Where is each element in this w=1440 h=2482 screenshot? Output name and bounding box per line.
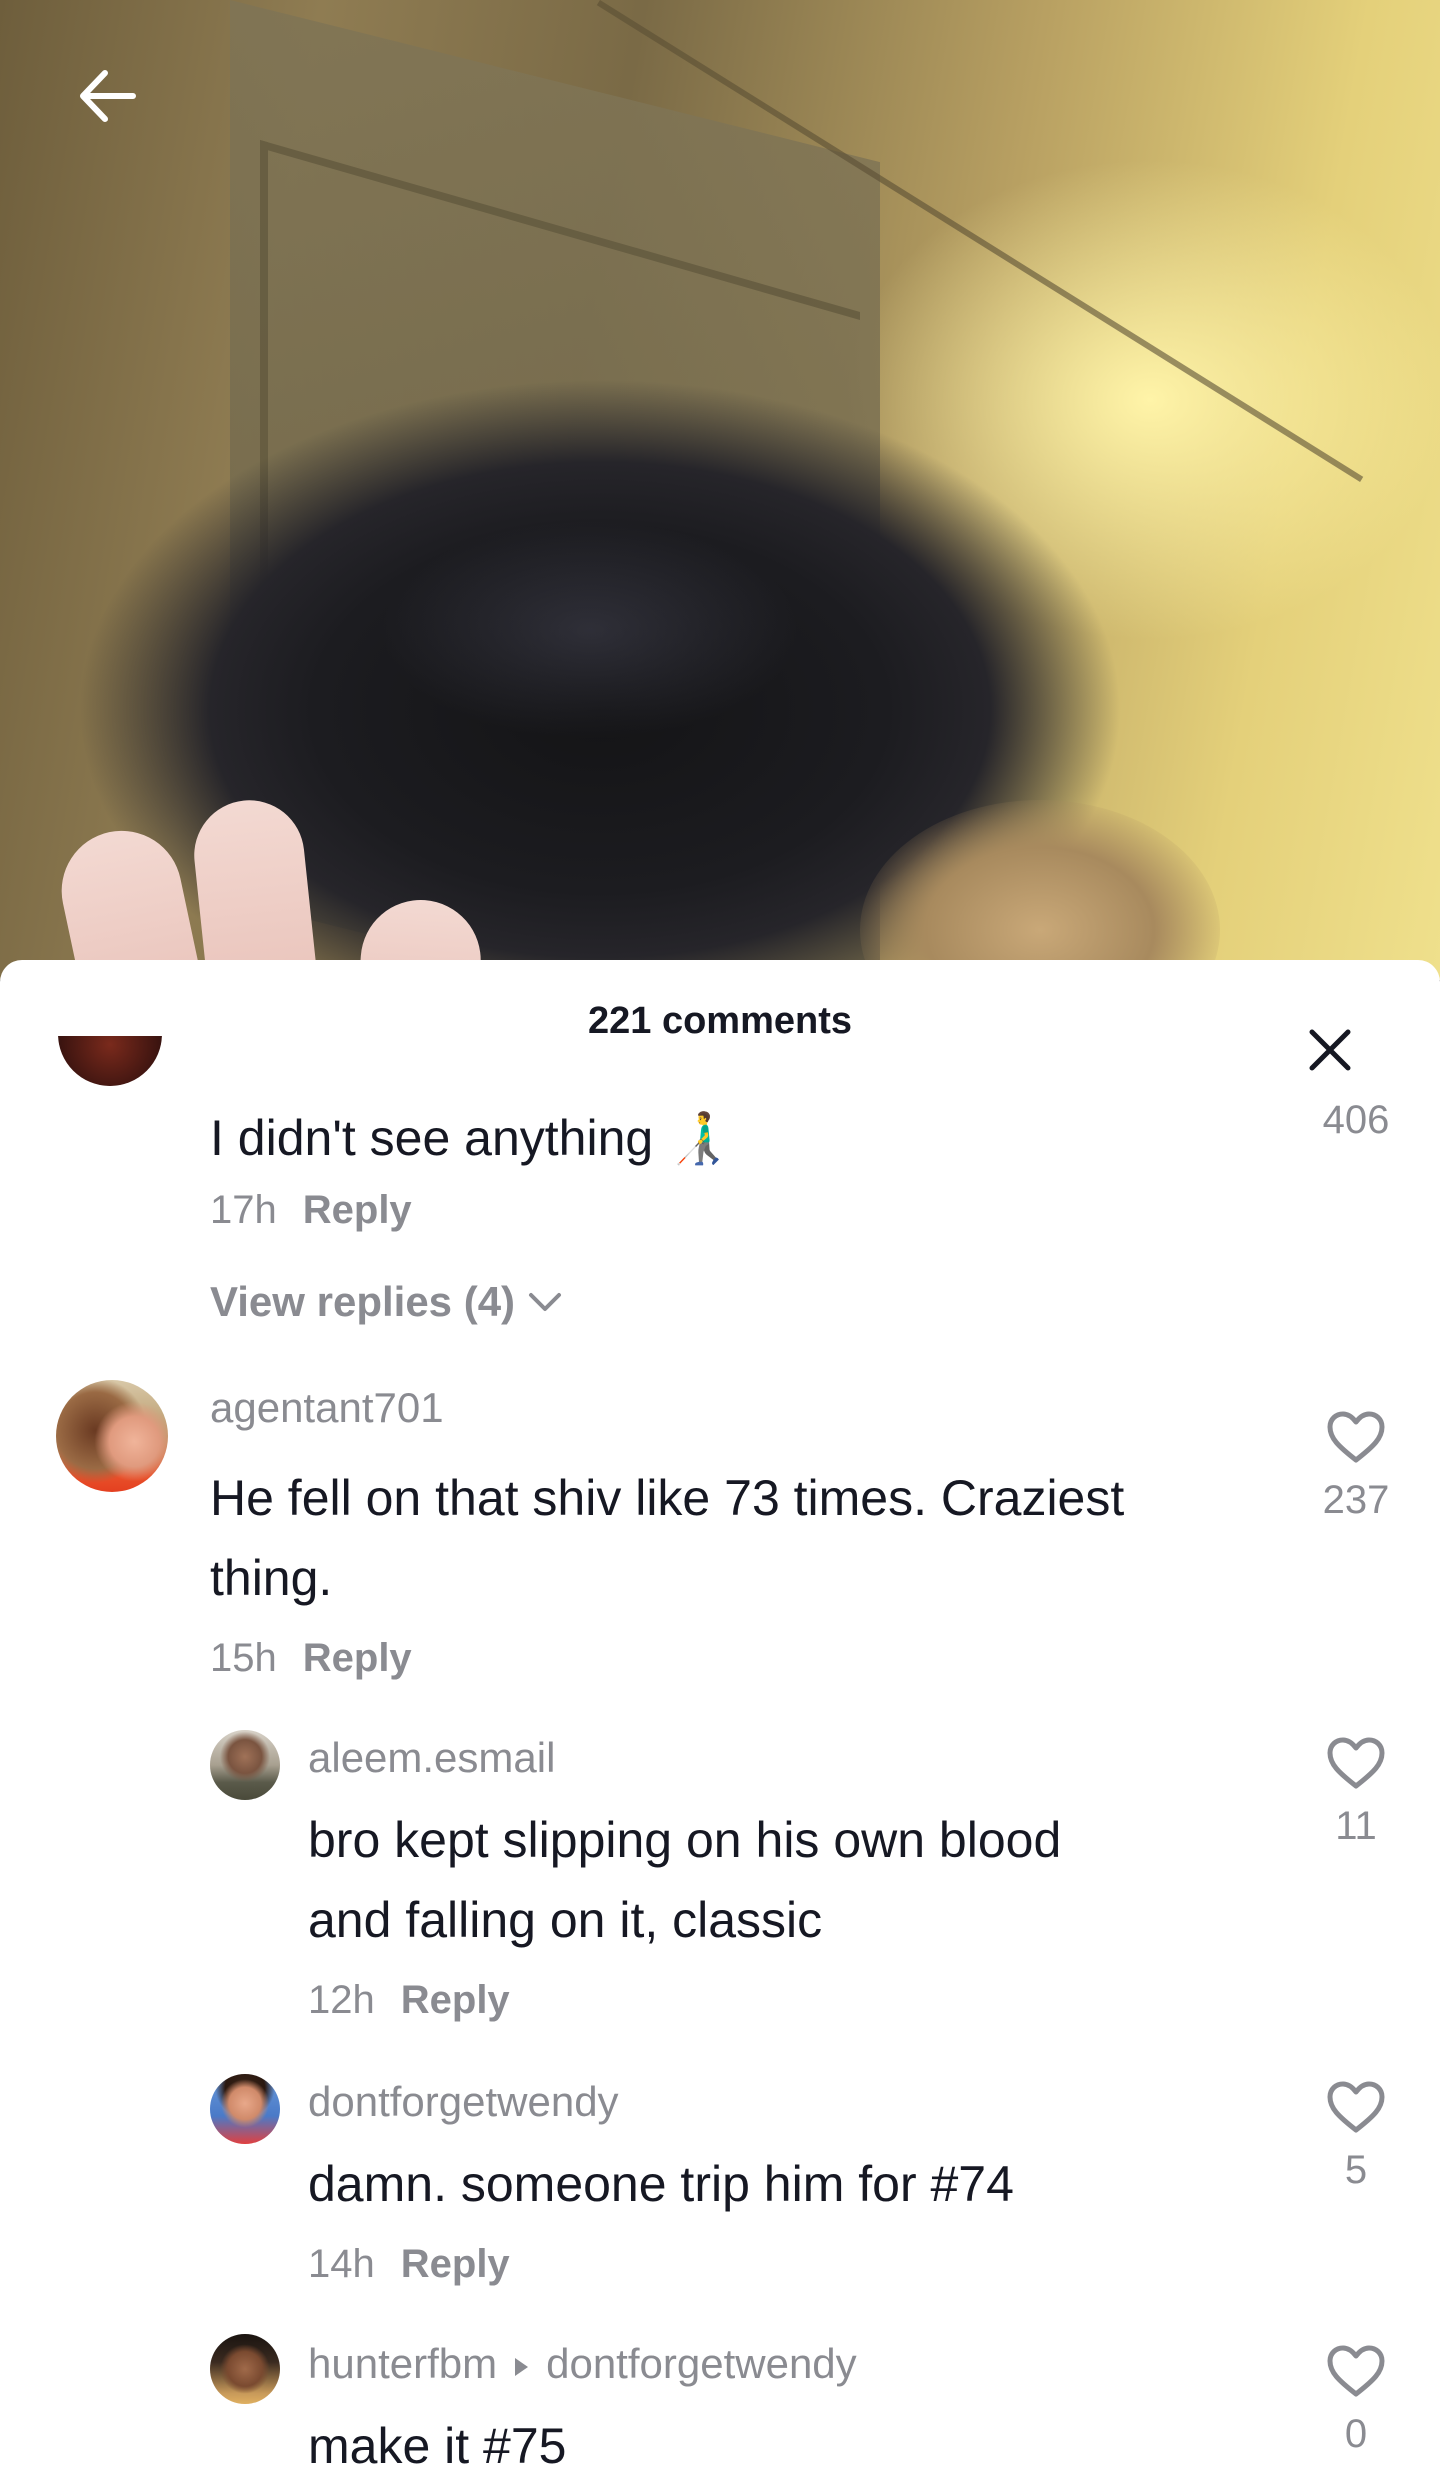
comments-sheet: 221 comments I didn't see anything 👨‍🦯 1… bbox=[0, 960, 1440, 2482]
like-count: 11 bbox=[1335, 1804, 1377, 1848]
close-icon bbox=[1309, 1029, 1351, 1071]
comment-username[interactable]: dontforgetwendy bbox=[308, 2078, 619, 2126]
like-count: 237 bbox=[1322, 1478, 1390, 1522]
heart-icon bbox=[1327, 2345, 1385, 2397]
comment-username[interactable]: agentant701 bbox=[210, 1384, 444, 1432]
chevron-down-icon bbox=[529, 1293, 562, 1311]
comment-username[interactable]: hunterfbm bbox=[308, 2340, 497, 2387]
comment-time: 17h bbox=[210, 1188, 277, 1232]
video-background bbox=[0, 0, 1440, 980]
like-button[interactable]: 237 bbox=[1296, 1410, 1416, 1523]
comment-meta: 14h Reply bbox=[308, 2242, 510, 2287]
heart-icon bbox=[1327, 1411, 1385, 1463]
comment-text: damn. someone trip him for #74 bbox=[308, 2156, 1014, 2212]
comment-text-line: thing. bbox=[210, 1550, 333, 1606]
like-count: 406 bbox=[1322, 1098, 1390, 1142]
comment-text-line: and falling on it, classic bbox=[308, 1892, 823, 1948]
comment-meta: 12h Reply bbox=[308, 1978, 510, 2023]
reply-button[interactable]: Reply bbox=[401, 1978, 510, 2023]
avatar[interactable] bbox=[58, 1036, 162, 1086]
back-button[interactable] bbox=[68, 56, 148, 136]
avatar[interactable] bbox=[56, 1380, 168, 1492]
comment-meta: 17h Reply bbox=[210, 1188, 412, 1233]
view-replies-button[interactable]: View replies (4) bbox=[210, 1278, 565, 1326]
like-button[interactable]: 11 bbox=[1296, 1736, 1416, 1849]
reply-button[interactable]: Reply bbox=[401, 2242, 510, 2287]
comment-meta: 15h Reply bbox=[210, 1636, 412, 1681]
reply-button[interactable]: Reply bbox=[303, 1188, 412, 1233]
comment-text: make it #75 bbox=[308, 2418, 567, 2474]
comment-username-row: hunterfbm dontforgetwendy bbox=[308, 2340, 857, 2388]
comment-text: I didn't see anything 👨‍🦯 bbox=[210, 1110, 730, 1166]
like-button[interactable]: 406 bbox=[1296, 1098, 1416, 1143]
comment-time: 15h bbox=[210, 1636, 277, 1680]
reply-button[interactable]: Reply bbox=[303, 1636, 412, 1681]
close-button[interactable] bbox=[1300, 1020, 1360, 1080]
comment-text-line: He fell on that shiv like 73 times. Craz… bbox=[210, 1470, 1125, 1526]
comment-text-line: bro kept slipping on his own blood bbox=[308, 1812, 1062, 1868]
view-replies-label: View replies (4) bbox=[210, 1278, 516, 1325]
like-count: 5 bbox=[1344, 2148, 1368, 2192]
avatar[interactable] bbox=[210, 1730, 280, 1800]
avatar[interactable] bbox=[210, 2334, 280, 2404]
comments-count-title: 221 comments bbox=[587, 1000, 852, 1042]
like-button[interactable]: 0 bbox=[1296, 2344, 1416, 2457]
comment-time: 12h bbox=[308, 1978, 375, 2022]
heart-icon bbox=[1327, 2081, 1385, 2133]
reply-to-username[interactable]: dontforgetwendy bbox=[546, 2340, 857, 2387]
reply-arrow-icon bbox=[515, 2357, 529, 2376]
heart-icon bbox=[1327, 1737, 1385, 1789]
avatar[interactable] bbox=[210, 2074, 280, 2144]
comment-time: 14h bbox=[308, 2242, 375, 2286]
like-count: 0 bbox=[1344, 2412, 1368, 2456]
like-button[interactable]: 5 bbox=[1296, 2080, 1416, 2193]
arrow-left-icon bbox=[80, 70, 136, 122]
comment-username[interactable]: aleem.esmail bbox=[308, 1734, 555, 1782]
